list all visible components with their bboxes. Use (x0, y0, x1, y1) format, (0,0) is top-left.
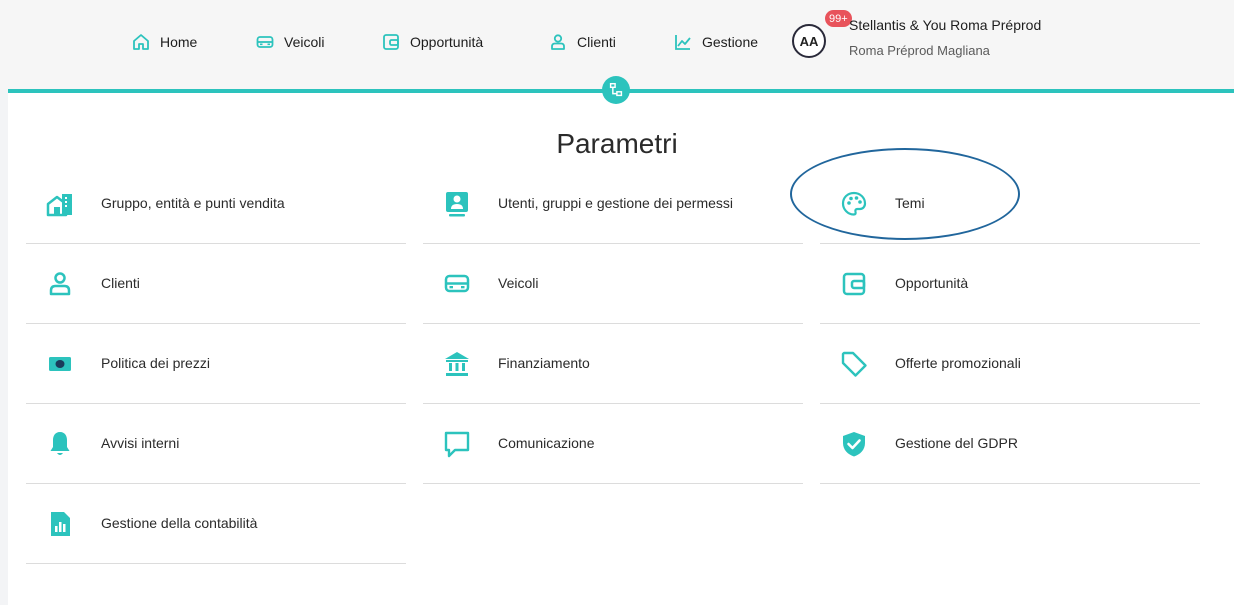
settings-item-comunicazione[interactable]: Comunicazione (423, 404, 803, 484)
settings-item-politica-prezzi[interactable]: Politica dei prezzi (26, 324, 406, 404)
user-location: Roma Préprod Magliana (849, 43, 990, 58)
home-icon (133, 34, 149, 50)
nav-clienti-label: Clienti (577, 34, 616, 50)
person-icon (551, 34, 565, 50)
nav-veicoli[interactable]: Veicoli (255, 30, 324, 54)
settings-item-veicoli[interactable]: Veicoli (423, 244, 803, 324)
settings-item-offerte[interactable]: Offerte promozionali (820, 324, 1200, 404)
settings-item-avvisi[interactable]: Avvisi interni (26, 404, 406, 484)
buildings-icon (46, 194, 72, 217)
car-icon (256, 36, 274, 48)
nav-home-label: Home (160, 34, 198, 50)
nav-opportunita[interactable]: Opportunità (381, 30, 483, 54)
person-icon (49, 272, 71, 296)
wallet-icon (383, 34, 399, 50)
nav-gestione[interactable]: Gestione (673, 30, 758, 54)
settings-item-contabilita[interactable]: Gestione della contabilità (26, 484, 406, 564)
settings-item-label: Gruppo, entità e punti vendita (101, 195, 285, 211)
nav-clienti[interactable]: Clienti (548, 30, 616, 54)
user-name: Stellantis & You Roma Préprod (849, 17, 1042, 33)
car-icon (444, 274, 470, 293)
nav-veicoli-label: Veicoli (284, 34, 325, 50)
nav-gestione-label: Gestione (702, 34, 759, 50)
settings-item-label: Politica dei prezzi (101, 355, 210, 371)
settings-item-label: Offerte promozionali (895, 355, 1021, 371)
page-title: Parametri (556, 128, 678, 159)
page: Home Veicoli Opportunità Clienti Gestion… (0, 0, 1234, 605)
banknote-icon (49, 357, 71, 371)
bank-icon (445, 352, 469, 376)
settings-item-label: Utenti, gruppi e gestione dei permessi (498, 195, 734, 211)
tag-icon (841, 351, 867, 377)
settings-item-temi[interactable]: Temi (820, 164, 1200, 244)
settings-item-opportunita[interactable]: Opportunità (820, 244, 1200, 324)
settings-item-utenti[interactable]: Utenti, gruppi e gestione dei permessi (423, 164, 803, 244)
settings-item-label: Opportunità (895, 275, 969, 291)
report-icon (51, 512, 70, 536)
nav-opportunita-label: Opportunità (410, 34, 484, 50)
wallet-icon (842, 272, 866, 296)
settings-item-finanziamento[interactable]: Finanziamento (423, 324, 803, 404)
chat-icon (444, 431, 470, 458)
nav-home[interactable]: Home (131, 30, 197, 54)
bell-icon (50, 432, 70, 455)
settings-item-label: Temi (895, 195, 925, 211)
chart-line-icon (675, 35, 691, 50)
settings-item-clienti[interactable]: Clienti (26, 244, 406, 324)
settings-item-label: Gestione della contabilità (101, 515, 258, 531)
palette-icon (841, 191, 867, 216)
settings-item-gdpr[interactable]: Gestione del GDPR (820, 404, 1200, 484)
avatar[interactable]: AA (792, 24, 826, 58)
settings-item-gruppo[interactable]: Gruppo, entità e punti vendita (26, 164, 406, 244)
settings-item-label: Clienti (101, 275, 140, 291)
settings-item-label: Veicoli (498, 275, 539, 291)
settings-item-label: Comunicazione (498, 435, 595, 451)
user-card-icon (446, 192, 468, 217)
shield-check-icon (843, 432, 865, 457)
settings-item-label: Gestione del GDPR (895, 435, 1018, 451)
settings-item-label: Finanziamento (498, 355, 590, 371)
notification-badge: 99+ (825, 10, 852, 27)
org-chart-icon[interactable] (602, 76, 630, 104)
settings-item-label: Avvisi interni (101, 435, 180, 451)
left-edge (0, 0, 8, 605)
